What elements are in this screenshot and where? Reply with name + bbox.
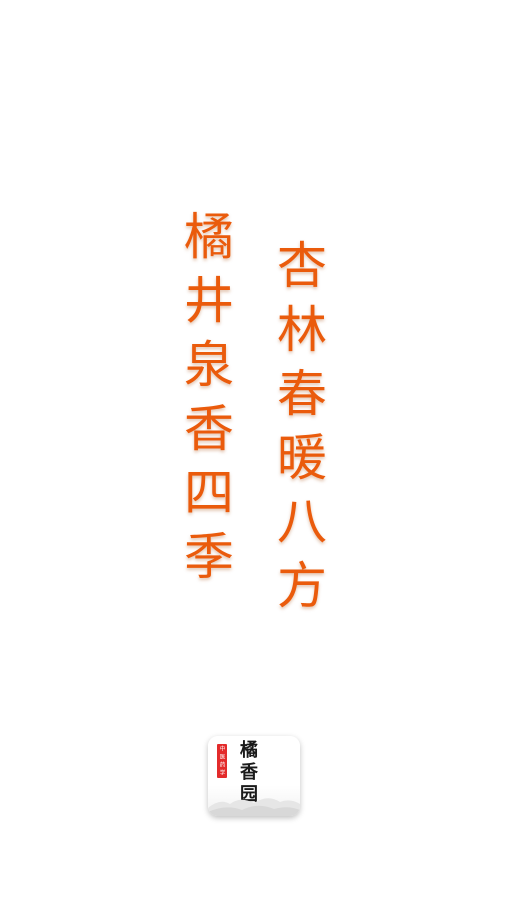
poem-char: 橘 — [184, 208, 234, 266]
poem-char: 杏 — [277, 237, 327, 295]
poem-char: 泉 — [184, 336, 234, 394]
mountain-landscape-icon — [208, 798, 300, 816]
seal-stamp-icon: 中 医 药 学 — [217, 744, 227, 778]
poem-char: 春 — [277, 365, 327, 423]
poem-char: 四 — [184, 464, 234, 522]
poem-char: 季 — [184, 528, 234, 586]
poem-line-right: 杏 林 春 暖 八 方 — [273, 234, 331, 618]
poem-line-left: 橘 井 泉 香 四 季 — [180, 205, 238, 589]
app-name-char: 香 — [240, 762, 258, 783]
poem-char: 香 — [184, 400, 234, 458]
poem-char: 井 — [184, 272, 234, 330]
poem-char: 方 — [277, 557, 327, 615]
poem-char: 八 — [277, 493, 327, 551]
poem-char: 暖 — [277, 429, 327, 487]
app-logo: 中 医 药 学 橘 香 园 — [208, 736, 300, 816]
app-name-char: 橘 — [240, 740, 258, 761]
poem-char: 林 — [277, 301, 327, 359]
